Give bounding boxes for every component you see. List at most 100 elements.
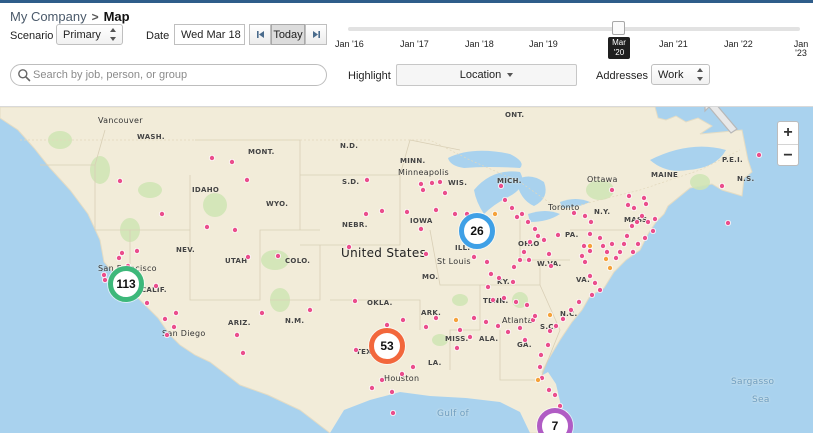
location-marker[interactable] xyxy=(489,296,496,303)
location-marker[interactable] xyxy=(170,323,177,330)
location-marker[interactable] xyxy=(383,321,390,328)
location-marker[interactable] xyxy=(517,324,524,331)
date-input[interactable]: Wed Mar 18 xyxy=(174,24,245,45)
location-marker[interactable] xyxy=(116,254,123,261)
location-marker[interactable] xyxy=(466,333,473,340)
timeline-slider[interactable] xyxy=(348,27,800,31)
location-marker[interactable] xyxy=(582,258,589,265)
location-marker[interactable] xyxy=(203,223,210,230)
location-marker[interactable] xyxy=(417,180,424,187)
location-marker[interactable] xyxy=(436,178,443,185)
location-marker[interactable] xyxy=(500,294,507,301)
location-marker[interactable] xyxy=(525,218,532,225)
location-marker[interactable] xyxy=(231,226,238,233)
zoom-out-button[interactable]: − xyxy=(778,144,798,166)
location-marker[interactable] xyxy=(389,409,396,416)
location-marker[interactable] xyxy=(552,391,559,398)
location-marker[interactable] xyxy=(172,309,179,316)
location-marker[interactable] xyxy=(541,236,548,243)
location-marker[interactable] xyxy=(244,253,251,260)
breadcrumb-company-link[interactable]: My Company xyxy=(10,9,87,24)
location-marker[interactable] xyxy=(504,328,511,335)
location-marker[interactable] xyxy=(524,301,531,308)
scenario-select[interactable]: Primary xyxy=(56,24,123,45)
location-marker[interactable] xyxy=(597,234,604,241)
location-marker[interactable] xyxy=(571,209,578,216)
location-marker[interactable] xyxy=(634,218,641,225)
location-marker[interactable] xyxy=(306,306,313,313)
location-marker[interactable] xyxy=(378,207,385,214)
location-marker[interactable] xyxy=(519,210,526,217)
location-marker[interactable] xyxy=(422,323,429,330)
location-marker[interactable] xyxy=(363,176,370,183)
location-marker[interactable] xyxy=(625,201,632,208)
location-marker-highlighted[interactable] xyxy=(603,255,610,262)
location-marker[interactable] xyxy=(609,186,616,193)
previous-date-button[interactable] xyxy=(249,24,271,45)
location-marker[interactable] xyxy=(233,331,240,338)
location-marker[interactable] xyxy=(597,286,604,293)
location-marker[interactable] xyxy=(635,240,642,247)
location-marker[interactable] xyxy=(345,243,352,250)
location-marker[interactable] xyxy=(143,299,150,306)
location-marker[interactable] xyxy=(548,262,555,269)
location-marker[interactable] xyxy=(604,248,611,255)
timeline-slider-handle[interactable] xyxy=(612,21,625,35)
location-marker[interactable] xyxy=(576,298,583,305)
location-marker[interactable] xyxy=(553,322,560,329)
location-marker[interactable] xyxy=(643,200,650,207)
location-marker[interactable] xyxy=(419,186,426,193)
location-marker[interactable] xyxy=(495,274,502,281)
location-marker[interactable] xyxy=(532,225,539,232)
location-marker[interactable] xyxy=(432,206,439,213)
location-marker[interactable] xyxy=(388,388,395,395)
location-marker[interactable] xyxy=(152,282,159,289)
location-marker[interactable] xyxy=(545,341,552,348)
location-marker[interactable] xyxy=(422,250,429,257)
location-marker[interactable] xyxy=(719,182,726,189)
location-marker[interactable] xyxy=(368,384,375,391)
location-marker[interactable] xyxy=(403,208,410,215)
location-marker[interactable] xyxy=(487,270,494,277)
location-marker[interactable] xyxy=(588,218,595,225)
location-marker[interactable] xyxy=(258,309,265,316)
location-marker[interactable] xyxy=(725,219,732,226)
location-marker[interactable] xyxy=(546,250,553,257)
location-marker-highlighted[interactable] xyxy=(535,376,542,383)
highlight-select[interactable]: Location xyxy=(396,64,577,86)
location-marker[interactable] xyxy=(582,212,589,219)
location-marker[interactable] xyxy=(617,248,624,255)
location-marker[interactable] xyxy=(521,248,528,255)
cluster-texas[interactable]: 53 xyxy=(369,328,405,364)
location-marker[interactable] xyxy=(399,316,406,323)
location-marker[interactable] xyxy=(508,204,515,211)
location-marker[interactable] xyxy=(609,240,616,247)
location-marker-highlighted[interactable] xyxy=(452,316,459,323)
location-marker[interactable] xyxy=(587,272,594,279)
location-marker[interactable] xyxy=(208,154,215,161)
location-marker[interactable] xyxy=(629,222,636,229)
location-marker[interactable] xyxy=(587,230,594,237)
location-marker[interactable] xyxy=(494,322,501,329)
location-marker[interactable] xyxy=(645,218,652,225)
cluster-midwest[interactable]: 26 xyxy=(459,213,495,249)
location-marker[interactable] xyxy=(535,232,542,239)
location-marker[interactable] xyxy=(624,232,631,239)
location-marker[interactable] xyxy=(537,363,544,370)
cluster-california[interactable]: 113 xyxy=(108,266,144,302)
location-marker[interactable] xyxy=(621,240,628,247)
location-marker[interactable] xyxy=(613,254,620,261)
location-marker[interactable] xyxy=(514,213,521,220)
location-marker[interactable] xyxy=(158,210,165,217)
location-marker[interactable] xyxy=(101,271,108,278)
location-marker[interactable] xyxy=(642,234,649,241)
location-marker[interactable] xyxy=(522,336,529,343)
location-marker[interactable] xyxy=(470,253,477,260)
search-input[interactable]: Search by job, person, or group xyxy=(10,64,327,86)
location-marker[interactable] xyxy=(274,252,281,259)
location-marker[interactable] xyxy=(547,327,554,334)
location-marker[interactable] xyxy=(456,326,463,333)
location-marker[interactable] xyxy=(581,242,588,249)
map-canvas[interactable]: Vancouver WASH. MONT. N.D. MINN. ONT. MAINE P.E… xyxy=(0,107,813,433)
today-button[interactable]: Today xyxy=(271,24,305,45)
